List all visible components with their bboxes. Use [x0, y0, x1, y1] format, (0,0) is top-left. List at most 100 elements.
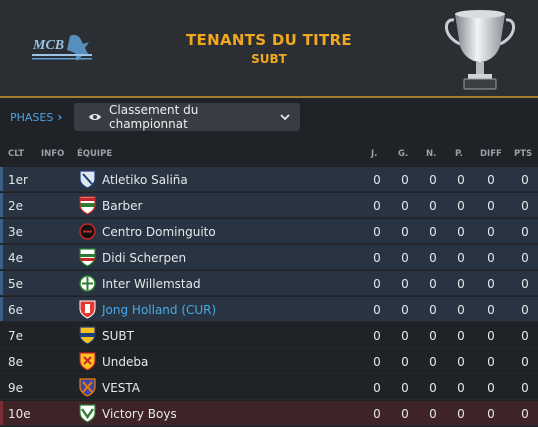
- zone-marker: [0, 271, 3, 295]
- played-value: 0: [373, 329, 381, 343]
- points-value: 0: [521, 329, 529, 343]
- points-value: 0: [521, 199, 529, 213]
- row-position: 9e: [8, 381, 24, 395]
- table-row[interactable]: 2e Barber 0 0 0 0 0 0: [0, 193, 538, 218]
- diff-value: 0: [487, 303, 495, 317]
- team-name[interactable]: Barber: [102, 199, 142, 213]
- won-value: 0: [401, 199, 409, 213]
- col-team[interactable]: ÉQUIPE: [77, 149, 112, 159]
- diff-value: 0: [487, 329, 495, 343]
- stage-dropdown[interactable]: Classement du championnat: [74, 103, 300, 131]
- points-value: 0: [521, 381, 529, 395]
- club-crest-icon: [79, 170, 96, 189]
- table-row[interactable]: 8e Undeba 0 0 0 0 0 0: [0, 349, 538, 374]
- won-value: 0: [401, 303, 409, 317]
- points-value: 0: [521, 355, 529, 369]
- col-drawn[interactable]: N.: [426, 149, 436, 159]
- won-value: 0: [401, 225, 409, 239]
- team-name[interactable]: SUBT: [102, 329, 134, 343]
- played-value: 0: [373, 173, 381, 187]
- club-crest-icon: [79, 196, 96, 215]
- zone-marker: [0, 297, 3, 321]
- points-value: 0: [521, 303, 529, 317]
- played-value: 0: [373, 199, 381, 213]
- col-lost[interactable]: P.: [455, 149, 463, 159]
- table-row[interactable]: 10e Victory Boys 0 0 0 0 0 0: [0, 401, 538, 426]
- table-row[interactable]: 7e SUBT 0 0 0 0 0 0: [0, 323, 538, 348]
- team-name[interactable]: Undeba: [102, 355, 148, 369]
- won-value: 0: [401, 173, 409, 187]
- lost-value: 0: [457, 199, 465, 213]
- team-name[interactable]: Inter Willemstad: [102, 277, 201, 291]
- club-crest-icon: [79, 275, 96, 292]
- played-value: 0: [373, 355, 381, 369]
- lost-value: 0: [457, 277, 465, 291]
- col-pts[interactable]: PTS: [514, 149, 532, 159]
- eye-icon: [89, 114, 101, 120]
- won-value: 0: [401, 277, 409, 291]
- row-position: 5e: [8, 277, 24, 291]
- row-position: 10e: [8, 407, 31, 421]
- drawn-value: 0: [429, 173, 437, 187]
- club-crest-icon: [79, 404, 96, 423]
- diff-value: 0: [487, 355, 495, 369]
- row-position: 7e: [8, 329, 24, 343]
- table-row[interactable]: 3e Centro Dominguito 0 0 0 0 0 0: [0, 219, 538, 244]
- team-name[interactable]: Victory Boys: [102, 407, 177, 421]
- points-value: 0: [521, 277, 529, 291]
- phases-link[interactable]: PHASES ›: [10, 110, 62, 124]
- drawn-value: 0: [429, 277, 437, 291]
- table-row[interactable]: 1er Atletiko Saliña 0 0 0 0 0 0: [0, 167, 538, 192]
- team-name[interactable]: VESTA: [102, 381, 140, 395]
- club-crest-icon: [79, 223, 96, 240]
- chevron-down-icon: [280, 113, 290, 120]
- col-won[interactable]: G.: [398, 149, 408, 159]
- zone-marker: [0, 401, 3, 425]
- table-row[interactable]: 6e Jong Holland (CUR) 0 0 0 0 0 0: [0, 297, 538, 322]
- diff-value: 0: [487, 199, 495, 213]
- diff-value: 0: [487, 407, 495, 421]
- team-name[interactable]: Centro Dominguito: [102, 225, 216, 239]
- row-position: 1er: [8, 173, 28, 187]
- table-row[interactable]: 5e Inter Willemstad 0 0 0 0 0 0: [0, 271, 538, 296]
- phases-bar: PHASES › Classement du championnat: [0, 103, 538, 131]
- col-info[interactable]: INFO: [41, 149, 64, 159]
- col-diff[interactable]: DIFF: [480, 149, 502, 159]
- drawn-value: 0: [429, 251, 437, 265]
- row-position: 3e: [8, 225, 24, 239]
- table-row[interactable]: 9e VESTA 0 0 0 0 0 0: [0, 375, 538, 400]
- team-name[interactable]: Jong Holland (CUR): [102, 303, 216, 317]
- drawn-value: 0: [429, 407, 437, 421]
- club-crest-icon: [79, 248, 96, 267]
- team-name[interactable]: Atletiko Saliña: [102, 173, 188, 187]
- played-value: 0: [373, 381, 381, 395]
- table-header: CLT INFO ÉQUIPE J. G. N. P. DIFF PTS: [0, 143, 538, 165]
- zone-marker: [0, 245, 3, 269]
- lost-value: 0: [457, 303, 465, 317]
- points-value: 0: [521, 225, 529, 239]
- zone-marker: [0, 219, 3, 243]
- lost-value: 0: [457, 225, 465, 239]
- row-position: 4e: [8, 251, 24, 265]
- zone-marker: [0, 193, 3, 217]
- lost-value: 0: [457, 355, 465, 369]
- col-played[interactable]: J.: [371, 149, 377, 159]
- club-crest-icon: [79, 378, 96, 397]
- won-value: 0: [401, 355, 409, 369]
- club-crest-icon: [79, 300, 96, 319]
- played-value: 0: [373, 251, 381, 265]
- table-row[interactable]: 4e Didi Scherpen 0 0 0 0 0 0: [0, 245, 538, 270]
- played-value: 0: [373, 407, 381, 421]
- club-crest-icon: [79, 352, 96, 371]
- played-value: 0: [373, 225, 381, 239]
- row-position: 2e: [8, 199, 24, 213]
- col-pos[interactable]: CLT: [8, 149, 24, 159]
- won-value: 0: [401, 407, 409, 421]
- lost-value: 0: [457, 251, 465, 265]
- dropdown-selected-value: Classement du championnat: [109, 103, 199, 131]
- points-value: 0: [521, 173, 529, 187]
- drawn-value: 0: [429, 225, 437, 239]
- diff-value: 0: [487, 225, 495, 239]
- drawn-value: 0: [429, 199, 437, 213]
- team-name[interactable]: Didi Scherpen: [102, 251, 186, 265]
